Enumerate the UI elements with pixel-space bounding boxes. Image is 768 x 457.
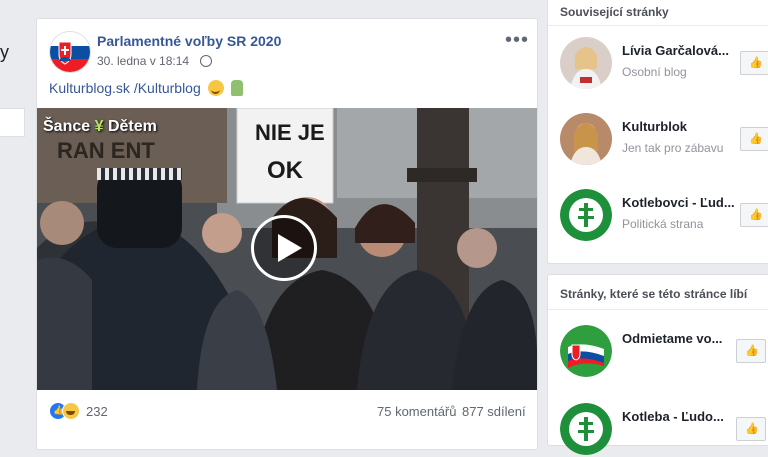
post-timestamp[interactable]: 30. ledna v 18:14: [97, 54, 189, 68]
haha-reaction-icon: [62, 402, 80, 420]
related-page-avatar[interactable]: [560, 37, 612, 89]
liked-page-name[interactable]: Odmietame vo...: [622, 331, 722, 346]
video-watermark: Šance ¥ Dětem: [43, 118, 157, 136]
like-page-button[interactable]: [736, 339, 766, 363]
reactions-count: 232: [86, 404, 108, 419]
post-text-link[interactable]: Kulturblog.sk /Kulturblog: [49, 80, 201, 96]
related-page-name[interactable]: Lívia Garčalová...: [622, 43, 729, 58]
like-page-button[interactable]: [740, 203, 768, 227]
page-avatar[interactable]: [49, 31, 91, 73]
page-name-link[interactable]: Parlamentné voľby SR 2020: [97, 33, 281, 49]
shares-count-link[interactable]: 877 sdílení: [462, 404, 526, 419]
liked-page-avatar[interactable]: [560, 325, 612, 377]
like-page-button[interactable]: [740, 51, 768, 75]
post-text: Kulturblog.sk /Kulturblog: [49, 80, 243, 96]
related-page-category: Politická strana: [622, 217, 704, 231]
related-page-name[interactable]: Kulturblok: [622, 119, 687, 134]
sign-text-background: RAN ENT: [57, 138, 155, 163]
related-page-avatar[interactable]: [560, 113, 612, 165]
reactions-summary[interactable]: 232: [49, 402, 108, 420]
liked-page-item[interactable]: Kotleba - Ľudo...: [560, 403, 768, 457]
watermark-figure-icon: ¥: [90, 118, 108, 135]
more-options-button[interactable]: •••: [505, 29, 529, 52]
related-page-category: Osobní blog: [622, 65, 687, 79]
liked-page-avatar[interactable]: [560, 403, 612, 455]
liked-page-name[interactable]: Kotleba - Ľudo...: [622, 409, 724, 424]
like-page-button[interactable]: [736, 417, 766, 441]
play-icon[interactable]: [251, 215, 317, 281]
watermark-word-2: Dětem: [107, 118, 157, 135]
watermark-word-1: Šance: [43, 118, 91, 135]
liked-page-item[interactable]: Odmietame vo...: [560, 325, 768, 379]
sign-text-1: NIE JE: [255, 120, 325, 145]
related-page-item[interactable]: Kotlebovci - Ľud... Politická strana: [560, 189, 768, 243]
liked-pages-title: Stránky, které se této stránce líbí: [560, 287, 748, 301]
left-column-text-fragment: y: [0, 42, 9, 62]
sign-text-2: OK: [267, 157, 304, 184]
video-player[interactable]: NIE JE OK RAN ENT Šance ¥ Dětem: [37, 108, 537, 390]
divider: [548, 309, 768, 310]
comments-count-link[interactable]: 75 komentářů: [377, 404, 457, 419]
post-card: Parlamentné voľby SR 2020 30. ledna v 18…: [36, 18, 538, 450]
related-page-avatar[interactable]: [560, 189, 612, 241]
related-pages-title: Související stránky: [560, 5, 669, 19]
related-page-item[interactable]: Kulturblok Jen tak pro zábavu: [560, 113, 768, 167]
divider: [548, 25, 768, 26]
like-page-button[interactable]: [740, 127, 768, 151]
related-page-category: Jen tak pro zábavu: [622, 141, 724, 155]
left-column-box[interactable]: [0, 108, 25, 137]
zombie-emoji-icon: [230, 80, 243, 96]
left-column: y: [0, 0, 30, 432]
related-page-name[interactable]: Kotlebovci - Ľud...: [622, 195, 735, 210]
related-pages-panel: Související stránky Lívia Garčalová... O…: [547, 0, 768, 264]
smile-emoji-icon: [207, 80, 224, 96]
related-page-item[interactable]: Lívia Garčalová... Osobní blog: [560, 37, 768, 91]
globe-icon: [200, 55, 212, 67]
liked-pages-panel: Stránky, které se této stránce líbí Odmi…: [547, 274, 768, 455]
